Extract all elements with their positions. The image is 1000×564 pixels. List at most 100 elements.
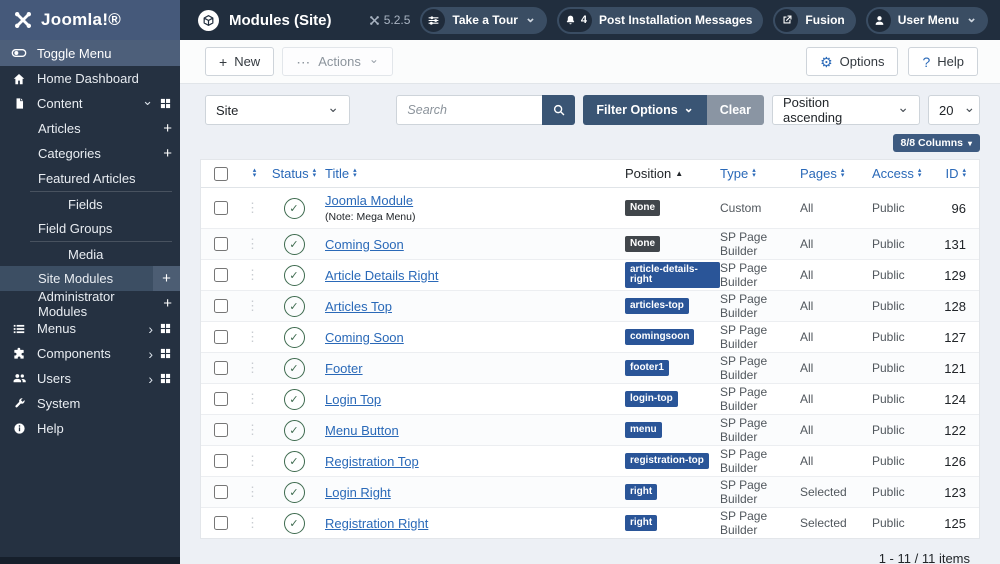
sidebar-item-content[interactable]: Content ⌄: [0, 91, 180, 116]
row-checkbox[interactable]: [214, 392, 228, 406]
status-published-icon[interactable]: ✓: [283, 295, 305, 317]
row-checkbox[interactable]: [214, 454, 228, 468]
fusion-button[interactable]: Fusion: [773, 6, 856, 34]
sidebar-item-menus[interactable]: Menus ›: [0, 316, 180, 341]
client-select[interactable]: Site ⌄: [205, 95, 350, 125]
filter-options-button[interactable]: Filter Options ⌄: [583, 95, 707, 125]
row-checkbox[interactable]: [214, 361, 228, 375]
sidebar-item-components[interactable]: Components ›: [0, 341, 180, 366]
access-column-header[interactable]: Access ▴ ▾: [872, 166, 921, 181]
row-checkbox[interactable]: [214, 268, 228, 282]
post-installation-messages-button[interactable]: 4 Post Installation Messages: [556, 6, 764, 34]
drag-handle-icon[interactable]: ⋮: [241, 267, 263, 283]
id-column-header[interactable]: ID ▴ ▾: [945, 166, 966, 181]
plus-icon[interactable]: +: [153, 266, 180, 291]
sidebar-item-site-modules[interactable]: Site Modules +: [0, 266, 180, 291]
status-published-icon[interactable]: ✓: [283, 357, 305, 379]
row-title-link[interactable]: Footer: [325, 361, 363, 376]
drag-handle-icon[interactable]: ⋮: [241, 360, 263, 376]
row-checkbox[interactable]: [214, 516, 228, 530]
search-input[interactable]: [396, 95, 543, 125]
row-title-link[interactable]: Joomla Module: [325, 193, 413, 208]
drag-handle-icon[interactable]: ⋮: [241, 329, 263, 345]
drag-handle-icon[interactable]: ⋮: [241, 236, 263, 252]
actions-button[interactable]: ⋯ Actions ⌄: [282, 47, 393, 76]
row-title-link[interactable]: Articles Top: [325, 299, 392, 314]
row-title-link[interactable]: Article Details Right: [325, 268, 438, 283]
take-a-tour-button[interactable]: Take a Tour ⌄: [420, 6, 547, 34]
document-icon: [11, 97, 27, 110]
row-title-link[interactable]: Coming Soon: [325, 330, 404, 345]
row-checkbox[interactable]: [214, 237, 228, 251]
plus-icon[interactable]: +: [163, 296, 172, 311]
sidebar-item-fields[interactable]: Fields: [30, 191, 172, 216]
sidebar-item-system[interactable]: System: [0, 391, 180, 416]
status-published-icon[interactable]: ✓: [283, 481, 305, 503]
ordering-sort-header[interactable]: ▴ ▾: [249, 167, 256, 178]
users-dashboard-grid-icon[interactable]: [159, 372, 172, 385]
status-published-icon[interactable]: ✓: [283, 388, 305, 410]
position-badge: None: [625, 200, 660, 216]
plus-icon[interactable]: +: [163, 146, 172, 161]
row-type: SP Page Builder: [720, 447, 768, 475]
components-dashboard-grid-icon[interactable]: [159, 347, 172, 360]
chevron-down-icon: ⌄: [142, 93, 153, 108]
sidebar-item-featured-articles[interactable]: Featured Articles: [0, 166, 180, 191]
status-published-icon[interactable]: ✓: [283, 326, 305, 348]
pages-column-header[interactable]: Pages ▴ ▾: [800, 166, 844, 181]
position-column-header[interactable]: Position ▲: [625, 166, 683, 181]
row-title-link[interactable]: Coming Soon: [325, 237, 404, 252]
row-title-link[interactable]: Login Top: [325, 392, 381, 407]
status-published-icon[interactable]: ✓: [283, 233, 305, 255]
sidebar-item-media[interactable]: Media: [30, 241, 172, 266]
status-published-icon[interactable]: ✓: [283, 512, 305, 534]
plus-icon[interactable]: +: [163, 121, 172, 136]
sidebar-item-field-groups[interactable]: Field Groups: [0, 216, 180, 241]
drag-handle-icon[interactable]: ⋮: [241, 298, 263, 314]
type-column-header[interactable]: Type ▴ ▾: [720, 166, 756, 181]
sort-select[interactable]: Position ascending ⌄: [772, 95, 920, 125]
search-button[interactable]: [542, 95, 576, 125]
drag-handle-icon[interactable]: ⋮: [241, 422, 263, 438]
sidebar-item-home-dashboard[interactable]: Home Dashboard: [0, 66, 180, 91]
row-title-link[interactable]: Registration Top: [325, 454, 419, 469]
status-column-header[interactable]: Status ▴ ▾: [272, 166, 316, 181]
status-published-icon[interactable]: ✓: [283, 264, 305, 286]
row-title-link[interactable]: Registration Right: [325, 516, 428, 531]
status-published-icon[interactable]: ✓: [283, 419, 305, 441]
new-button[interactable]: + New: [205, 47, 275, 76]
sidebar-item-help[interactable]: Help: [0, 416, 180, 441]
options-button[interactable]: ⚙ Options: [806, 47, 899, 76]
drag-handle-icon[interactable]: ⋮: [241, 453, 263, 469]
logo-block[interactable]: Joomla!®: [0, 0, 180, 40]
row-checkbox[interactable]: [214, 201, 228, 215]
row-checkbox[interactable]: [214, 299, 228, 313]
columns-toggle-button[interactable]: 8/8 Columns ▾: [892, 134, 980, 152]
drag-handle-icon[interactable]: ⋮: [241, 515, 263, 531]
sidebar-item-users[interactable]: Users ›: [0, 366, 180, 391]
row-checkbox[interactable]: [214, 485, 228, 499]
content-dashboard-grid-icon[interactable]: [159, 97, 172, 110]
drag-handle-icon[interactable]: ⋮: [241, 200, 263, 216]
status-published-icon[interactable]: ✓: [283, 450, 305, 472]
help-button[interactable]: ? Help: [908, 47, 978, 76]
clear-button[interactable]: Clear: [706, 95, 764, 125]
module-cube-icon: [198, 9, 219, 31]
select-all-checkbox[interactable]: [214, 166, 228, 181]
row-checkbox[interactable]: [214, 330, 228, 344]
drag-handle-icon[interactable]: ⋮: [241, 391, 263, 407]
row-checkbox[interactable]: [214, 423, 228, 437]
row-title-link[interactable]: Menu Button: [325, 423, 399, 438]
user-menu-button[interactable]: User Menu ⌄: [865, 6, 988, 34]
sidebar-item-articles[interactable]: Articles +: [0, 116, 180, 141]
drag-handle-icon[interactable]: ⋮: [241, 484, 263, 500]
title-column-header[interactable]: Title ▴ ▾: [325, 166, 357, 181]
toggle-menu-button[interactable]: Toggle Menu: [0, 40, 180, 66]
menus-dashboard-grid-icon[interactable]: [159, 322, 172, 335]
status-published-icon[interactable]: ✓: [283, 197, 305, 219]
sidebar-item-categories[interactable]: Categories +: [0, 141, 180, 166]
row-title-link[interactable]: Login Right: [325, 485, 391, 500]
sidebar-item-administrator-modules[interactable]: Administrator Modules +: [0, 289, 180, 319]
position-badge: right: [625, 484, 658, 500]
list-limit-select[interactable]: 20 ⌄: [928, 95, 980, 125]
